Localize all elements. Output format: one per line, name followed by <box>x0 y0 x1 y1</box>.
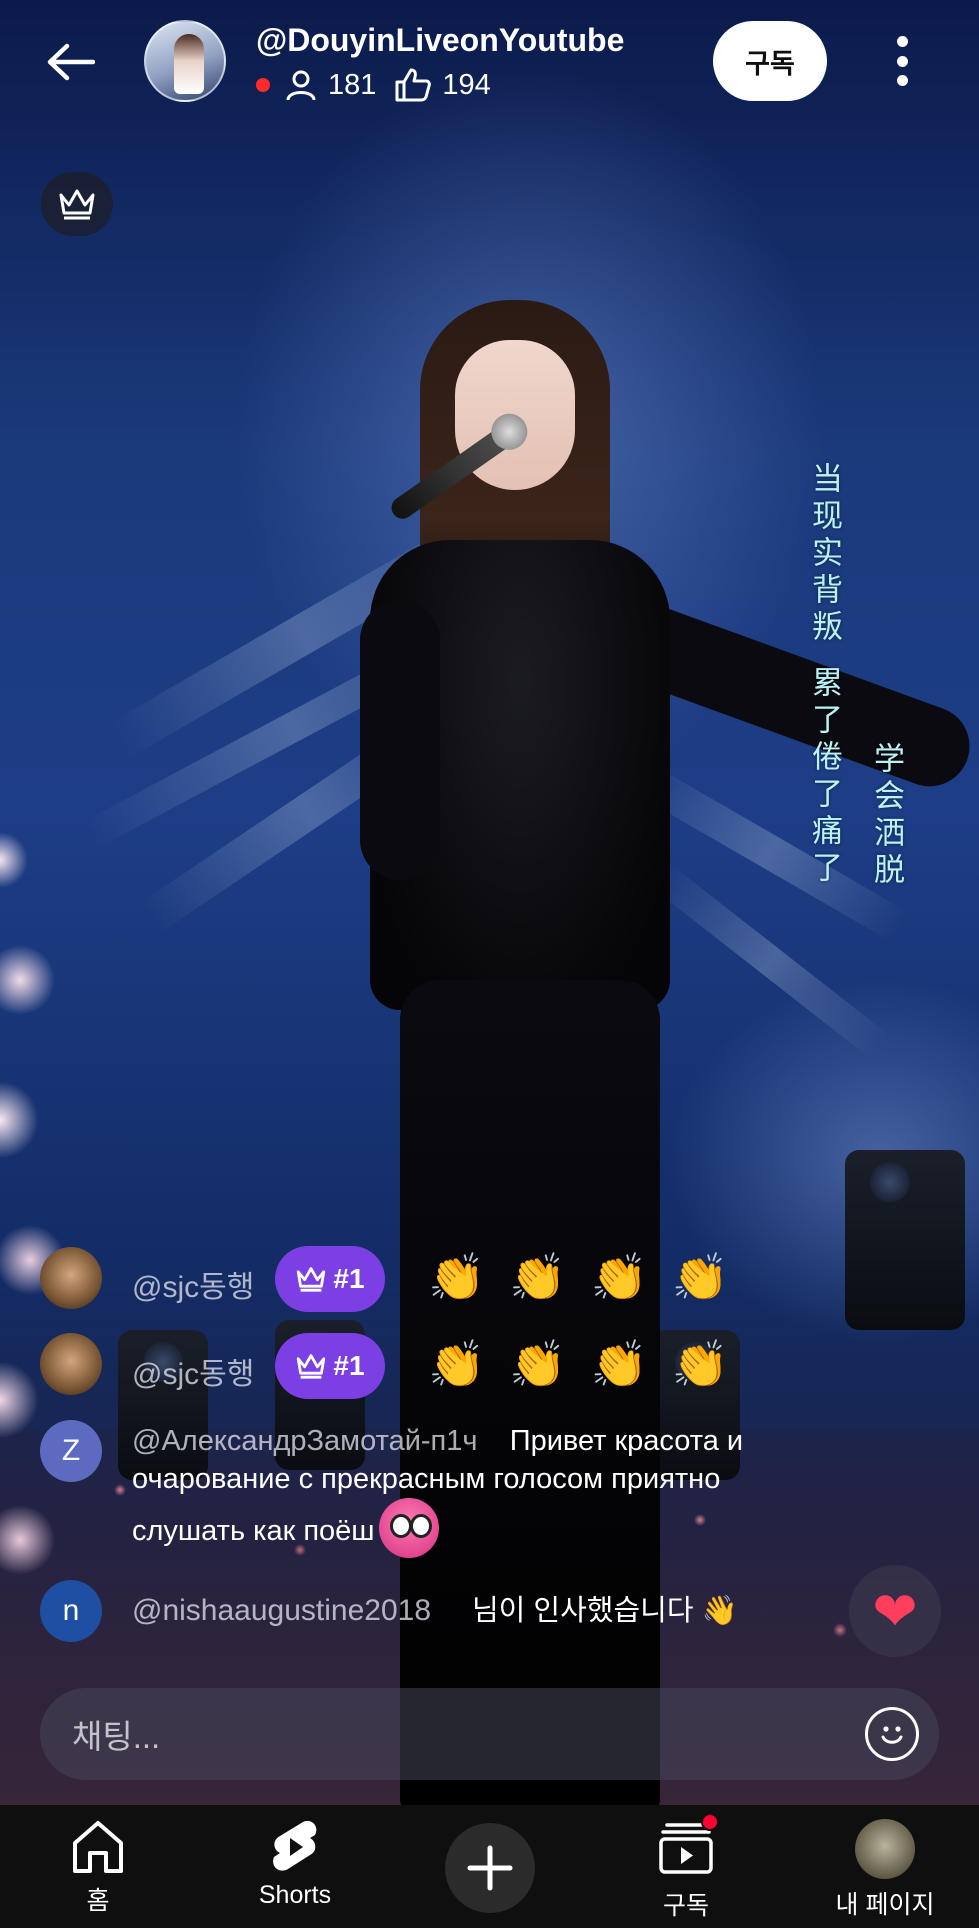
channel-name[interactable]: @DouyinLiveonYoutube <box>256 22 624 59</box>
nav-label: 구독 <box>662 1892 709 1920</box>
lyrics-line-2: 累了倦了痛了 <box>806 666 842 888</box>
more-vert-icon <box>896 36 908 47</box>
viewer-count: 181 <box>328 68 377 101</box>
nav-label: 내 페이지 <box>835 1891 935 1919</box>
nav-home[interactable]: 홈 <box>58 1805 138 1928</box>
arrow-left-icon <box>47 43 95 81</box>
bottom-nav: 홈 Shorts 구독 내 페이지 <box>0 1805 979 1928</box>
live-indicator-dot <box>256 78 270 92</box>
lyrics-line-1: 当现实背叛 <box>806 462 842 647</box>
like-heart-button[interactable]: ❤ <box>849 1565 941 1657</box>
chat-message-body: @АлександрЗамотай-п1ч Привет красота и о… <box>132 1422 952 1558</box>
nav-label: 홈 <box>86 1887 110 1915</box>
chat-text: 👏👏👏👏 <box>428 1338 754 1390</box>
chat-author: @nishaaugustine2018 <box>132 1594 432 1627</box>
rank-badge: #1 <box>275 1333 385 1399</box>
top-fans-button[interactable] <box>41 172 113 236</box>
chat-input-placeholder: 채팅... <box>72 1718 161 1755</box>
chat-text: 님이 인사했습니다 👋 <box>472 1595 738 1627</box>
crown-icon <box>59 189 95 220</box>
home-icon <box>73 1821 123 1873</box>
chat-author: @sjc동행 <box>132 1358 255 1391</box>
thumbs-up-icon <box>395 68 432 102</box>
create-button[interactable] <box>445 1823 535 1913</box>
chat-avatar: Z <box>40 1420 102 1482</box>
nav-my-page[interactable]: 내 페이지 <box>820 1805 950 1928</box>
chat-author: @sjc동행 <box>132 1271 255 1304</box>
rank-badge: #1 <box>275 1246 385 1312</box>
chat-author: @АлександрЗамотай-п1ч <box>132 1425 478 1457</box>
live-stats: 181 194 <box>256 66 491 104</box>
chat-text: 👏👏👏👏 <box>428 1251 754 1303</box>
crown-icon <box>297 1354 326 1379</box>
lyrics-line-3: 学会洒脱 <box>868 742 904 890</box>
chat-avatar: n <box>40 1580 102 1642</box>
more-options-button[interactable] <box>886 32 918 90</box>
avatar <box>855 1819 915 1879</box>
notification-dot <box>701 1813 719 1831</box>
chat-avatar <box>40 1333 102 1395</box>
person-icon <box>286 70 316 101</box>
crown-icon <box>297 1267 326 1292</box>
smiley-icon <box>881 1726 903 1744</box>
plus-icon <box>467 1845 513 1891</box>
singer-figure <box>330 300 979 1805</box>
heart-icon: ❤ <box>872 1581 918 1642</box>
chat-input[interactable]: 채팅... <box>40 1688 939 1780</box>
subscribe-button[interactable]: 구독 <box>713 21 827 101</box>
nav-label: Shorts <box>258 1881 332 1909</box>
back-button[interactable] <box>40 32 100 92</box>
chat-avatar <box>40 1247 102 1309</box>
emoji-button[interactable] <box>865 1707 919 1761</box>
nav-subscriptions[interactable]: 구독 <box>646 1805 726 1928</box>
shorts-icon <box>273 1820 317 1871</box>
like-count: 194 <box>442 68 491 101</box>
nav-shorts[interactable]: Shorts <box>240 1805 350 1928</box>
channel-avatar[interactable] <box>144 20 226 102</box>
shocked-emoji <box>378 1498 439 1558</box>
